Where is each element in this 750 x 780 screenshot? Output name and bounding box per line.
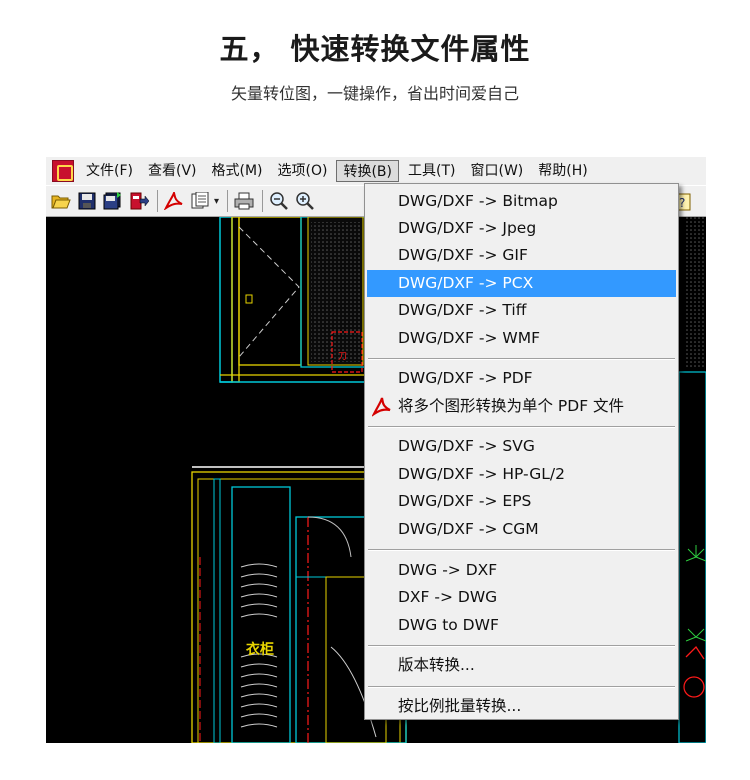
zoom-in-icon[interactable] <box>293 189 317 213</box>
menu-item-dwg-to-svg[interactable]: DWG/DXF -> SVG <box>367 433 676 460</box>
copy-icon[interactable] <box>188 189 212 213</box>
menu-item-dwg-to-eps[interactable]: DWG/DXF -> EPS <box>367 488 676 515</box>
menu-separator <box>368 645 675 647</box>
menu-item-dxf-to-dwg[interactable]: DXF -> DWG <box>367 584 676 611</box>
menu-item-dwg-to-cgm[interactable]: DWG/DXF -> CGM <box>367 516 676 543</box>
pdf-icon[interactable] <box>162 189 186 213</box>
toolbar-separator <box>262 190 264 212</box>
menu-item-dwg-to-jpeg[interactable]: DWG/DXF -> Jpeg <box>367 215 676 242</box>
export-icon[interactable] <box>127 189 151 213</box>
menu-item-dwg-to-bitmap[interactable]: DWG/DXF -> Bitmap <box>367 188 676 215</box>
menu-file[interactable]: 文件(F) <box>80 160 139 182</box>
menu-separator <box>368 686 675 688</box>
chevron-down-icon[interactable]: ▾ <box>214 196 219 207</box>
menu-separator <box>368 549 675 551</box>
page-title: 五， 快速转换文件属性 <box>219 32 531 66</box>
menu-item-multi-to-single-pdf[interactable]: 将多个图形转换为单个 PDF 文件 <box>367 393 676 420</box>
menu-item-dwg-to-dxf[interactable]: DWG -> DXF <box>367 557 676 584</box>
menu-format[interactable]: 格式(M) <box>206 160 269 182</box>
menu-item-dwg-to-hpgl2[interactable]: DWG/DXF -> HP-GL/2 <box>367 461 676 488</box>
menu-convert[interactable]: 转换(B) <box>336 160 399 182</box>
print-icon[interactable] <box>232 189 256 213</box>
menu-help[interactable]: 帮助(H) <box>532 160 593 182</box>
menu-view[interactable]: 查看(V) <box>142 160 203 182</box>
menu-item-dwg-to-tiff[interactable]: DWG/DXF -> Tiff <box>367 297 676 324</box>
zoom-out-icon[interactable] <box>267 189 291 213</box>
page-subtitle: 矢量转位图，一键操作，省出时间爱自己 <box>230 84 519 103</box>
menu-separator <box>368 426 675 428</box>
menu-item-version-convert[interactable]: 版本转换... <box>367 652 676 679</box>
menu-bar: 文件(F) 查看(V) 格式(M) 选项(O) 转换(B) 工具(T) 窗口(W… <box>46 157 706 185</box>
menu-tools[interactable]: 工具(T) <box>402 160 461 182</box>
menu-item-batch-scale-convert[interactable]: 按比例批量转换... <box>367 693 676 720</box>
menu-separator <box>368 358 675 360</box>
open-folder-icon[interactable] <box>49 189 73 213</box>
menu-item-dwg-to-pcx[interactable]: DWG/DXF -> PCX <box>367 270 676 297</box>
toolbar-separator <box>227 190 229 212</box>
wardrobe-label: 衣柜 <box>246 641 274 658</box>
menu-item-label: 将多个图形转换为单个 PDF 文件 <box>398 397 625 415</box>
menu-item-dwg-to-dwf[interactable]: DWG to DWF <box>367 612 676 639</box>
save-icon[interactable] <box>75 189 99 213</box>
save-all-icon[interactable] <box>101 189 125 213</box>
menu-item-dwg-to-wmf[interactable]: DWG/DXF -> WMF <box>367 325 676 352</box>
app-logo-icon <box>52 160 74 182</box>
svg-text:?: ? <box>679 196 685 210</box>
menu-window[interactable]: 窗口(W) <box>464 160 529 182</box>
menu-item-dwg-to-pdf[interactable]: DWG/DXF -> PDF <box>367 365 676 392</box>
menu-options[interactable]: 选项(O) <box>272 160 334 182</box>
convert-menu-dropdown: DWG/DXF -> Bitmap DWG/DXF -> Jpeg DWG/DX… <box>364 183 679 720</box>
menu-item-dwg-to-gif[interactable]: DWG/DXF -> GIF <box>367 242 676 269</box>
toolbar-separator <box>157 190 158 212</box>
pdf-icon <box>372 397 391 417</box>
svg-text:刀: 刀 <box>338 352 347 362</box>
